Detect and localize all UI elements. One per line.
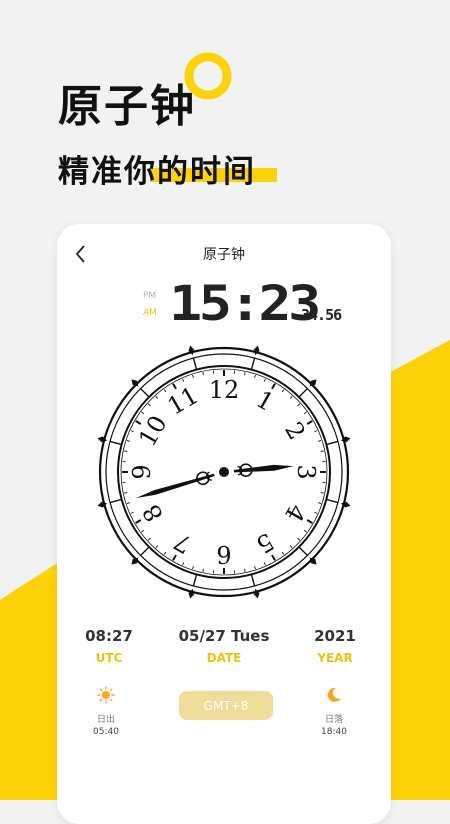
info-row: 08:27 UTC 05/27 Tues DATE 2021 YEAR bbox=[57, 627, 391, 677]
clock-numeral: 12 bbox=[209, 376, 240, 404]
year-block: 2021 YEAR bbox=[280, 627, 390, 665]
date-value: 05/27 Tues bbox=[169, 627, 279, 645]
nav-title: 原子钟 bbox=[57, 244, 391, 264]
promo-subline: 精准你的时间 bbox=[58, 146, 256, 191]
utc-time: 08:27 bbox=[54, 627, 164, 645]
minute-tick bbox=[245, 372, 246, 375]
clock-numeral: 3 bbox=[292, 464, 320, 479]
clock-center-cap bbox=[219, 467, 229, 477]
clock-numeral: 9 bbox=[128, 464, 156, 479]
digital-time: 15:23 bbox=[169, 276, 318, 332]
minute-tick bbox=[321, 451, 324, 452]
sunset-block: 日落 18:40 bbox=[304, 686, 364, 737]
promo-headline: 原子钟 bbox=[58, 70, 196, 134]
minute-tick bbox=[124, 451, 127, 452]
year-label: YEAR bbox=[280, 651, 390, 665]
date-block: 05/27 Tues DATE bbox=[169, 627, 279, 665]
date-label: DATE bbox=[169, 651, 279, 665]
utc-label: UTC bbox=[54, 651, 164, 665]
moon-icon bbox=[325, 686, 343, 704]
phone-screen: 原子钟 PM AM 15:23 34.56 121234567891011 08… bbox=[57, 224, 391, 824]
minute-tick bbox=[321, 493, 324, 494]
minute-tick bbox=[203, 569, 204, 572]
minute-tick bbox=[245, 569, 246, 572]
year-value: 2021 bbox=[280, 627, 390, 645]
analog-clock: 121234567891011 bbox=[95, 340, 353, 604]
sunrise-block: 日出 05:40 bbox=[76, 686, 136, 737]
sunrise-time: 05:40 bbox=[76, 727, 136, 737]
utc-block: 08:27 UTC bbox=[54, 627, 164, 665]
am-label: AM bbox=[143, 308, 157, 318]
clock-numeral: 6 bbox=[216, 540, 231, 568]
sunset-time: 18:40 bbox=[304, 727, 364, 737]
digital-seconds: 34.56 bbox=[301, 306, 341, 324]
sunrise-label: 日出 bbox=[76, 712, 136, 725]
sun-icon bbox=[97, 686, 115, 704]
pm-label: PM bbox=[143, 291, 156, 301]
gmt-offset-button[interactable]: GMT+8 bbox=[179, 691, 273, 720]
sunset-label: 日落 bbox=[304, 712, 364, 725]
minute-tick bbox=[203, 372, 204, 375]
minute-tick bbox=[124, 493, 127, 494]
